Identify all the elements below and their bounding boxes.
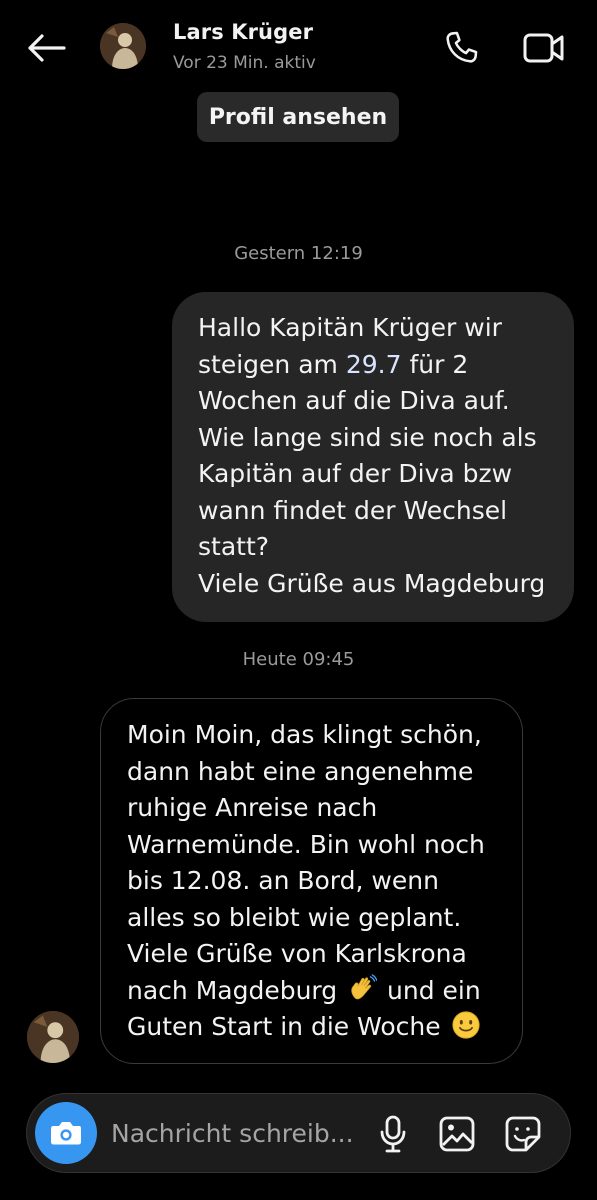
sender-avatar[interactable] — [27, 1011, 79, 1063]
audio-call-button[interactable] — [438, 26, 484, 70]
view-profile-button[interactable]: Profil ansehen — [197, 92, 399, 142]
message-composer — [26, 1093, 571, 1173]
microphone-icon — [380, 1115, 406, 1153]
sticker-button[interactable] — [501, 1112, 545, 1156]
arrow-left-icon — [28, 34, 66, 62]
video-camera-icon — [523, 33, 564, 63]
timestamp: Gestern 12:19 — [234, 243, 363, 264]
camera-button[interactable] — [35, 1102, 97, 1164]
timestamp: Heute 09:45 — [242, 649, 355, 670]
outgoing-message-bubble[interactable]: Hallo Kapitän Krüger wir steigen am 29.7… — [172, 292, 574, 622]
camera-icon — [51, 1122, 81, 1145]
gallery-button[interactable] — [435, 1112, 479, 1156]
contact-status: Vor 23 Min. aktiv — [173, 53, 316, 73]
voice-message-button[interactable] — [373, 1112, 413, 1156]
video-call-button[interactable] — [518, 26, 570, 70]
phone-icon — [446, 31, 478, 63]
smiling-face-emoji — [451, 1011, 480, 1039]
chat-header: Lars Krüger Vor 23 Min. aktiv — [0, 0, 597, 96]
date-link[interactable]: 29.7 — [346, 350, 402, 379]
message-input[interactable] — [111, 1112, 363, 1154]
contact-name[interactable]: Lars Krüger — [173, 20, 313, 44]
incoming-message-bubble[interactable]: Moin Moin, das klingt schön, dann habt e… — [100, 698, 523, 1064]
message-text: Moin Moin, das klingt schön, dann habt e… — [127, 720, 485, 1005]
back-button[interactable] — [24, 28, 68, 68]
sticker-icon — [505, 1116, 541, 1152]
avatar-photo — [100, 23, 146, 69]
image-icon — [439, 1116, 475, 1152]
avatar[interactable] — [100, 23, 146, 69]
avatar-photo — [27, 1011, 79, 1063]
waving-hand-emoji — [351, 973, 378, 999]
message-text: für 2 Wochen auf die Diva auf. Wie lange… — [198, 349, 546, 598]
